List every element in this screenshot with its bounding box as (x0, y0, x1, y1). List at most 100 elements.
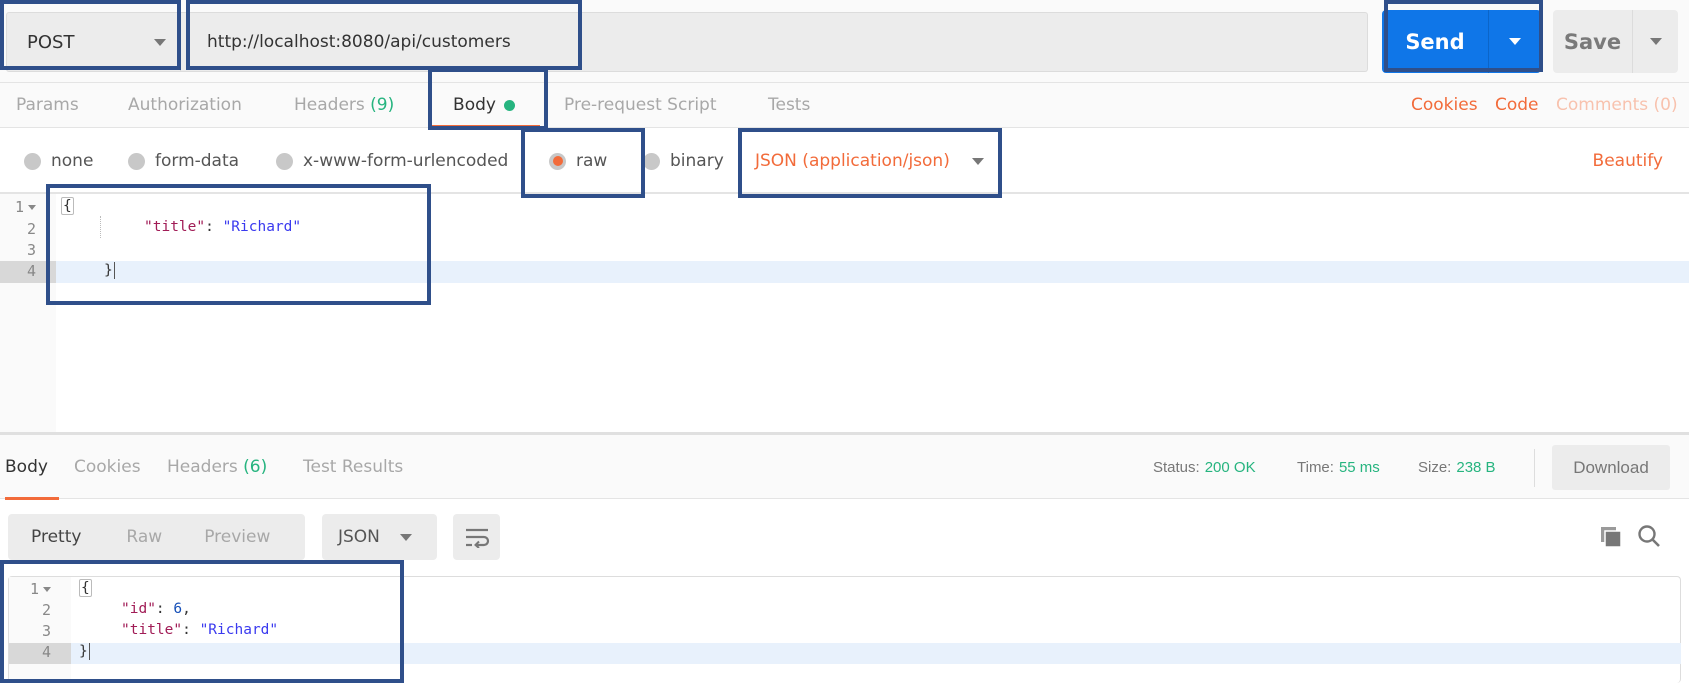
json-value: "Richard" (222, 219, 302, 235)
wrap-lines-button[interactable] (453, 514, 500, 560)
time-label: Time: (1297, 458, 1334, 476)
url-input[interactable]: http://localhost:8080/api/customers (181, 12, 1368, 72)
json-colon: : (155, 601, 174, 617)
status-value: 200 OK (1204, 458, 1256, 476)
line-number: 2 (26, 220, 36, 238)
indent-guide (100, 216, 101, 238)
code-line: { (61, 197, 74, 215)
chevron-down-icon (154, 39, 166, 46)
radio-label: binary (670, 151, 724, 171)
beautify-link[interactable]: Beautify (1593, 128, 1663, 194)
tab-authorization[interactable]: Authorization (128, 83, 242, 127)
line-number: 2 (41, 601, 51, 619)
radio-selected-icon (549, 152, 566, 170)
radio-form-data[interactable]: form-data (128, 128, 239, 194)
json-comma: , (182, 601, 191, 617)
chevron-down-icon (1509, 38, 1521, 45)
copy-button[interactable] (1598, 524, 1624, 550)
method-select[interactable]: POST (6, 12, 181, 72)
search-button[interactable] (1636, 523, 1662, 549)
time-readout: Time: 55 ms (1297, 435, 1380, 499)
active-line-highlight (71, 643, 1681, 664)
chevron-down-icon (399, 533, 412, 541)
tab-body[interactable]: Body (428, 83, 540, 128)
code-link-label: Code (1495, 95, 1539, 115)
response-tabs: Body Cookies Headers (6) Test Results St… (0, 435, 1689, 500)
send-button-group: Send (1382, 10, 1541, 73)
tab-response-body[interactable]: Body (5, 435, 59, 500)
size-readout: Size: 238 B (1418, 435, 1496, 499)
chevron-down-icon (1649, 38, 1662, 45)
radio-label: form-data (155, 151, 240, 171)
download-button[interactable]: Download (1552, 445, 1670, 490)
radio-none[interactable]: none (24, 128, 93, 194)
tab-label: Cookies (74, 457, 141, 477)
tab-response-cookies[interactable]: Cookies (74, 435, 141, 499)
status-readout: Status: 200 OK (1153, 435, 1256, 499)
code-line: { (79, 579, 92, 597)
send-button[interactable]: Send (1382, 30, 1488, 54)
search-icon (1638, 525, 1660, 547)
response-format-select[interactable]: JSON (322, 514, 437, 560)
tab-label: Params (16, 95, 79, 115)
tab-response-headers[interactable]: Headers (6) (167, 435, 267, 499)
body-indicator-dot-icon (503, 99, 515, 111)
json-colon: : (182, 622, 200, 638)
view-mode-preview[interactable]: Preview (204, 527, 270, 547)
size-label: Size: (1418, 458, 1452, 476)
tab-tests[interactable]: Tests (768, 83, 810, 127)
view-mode-raw[interactable]: Raw (126, 527, 162, 547)
tab-label: Headers (167, 457, 238, 477)
fold-arrow-icon[interactable] (43, 587, 51, 592)
radio-circle-icon (643, 152, 660, 170)
tab-label: Body (5, 457, 48, 477)
headers-count-badge: (6) (243, 457, 268, 477)
line-number: 1 (0, 198, 36, 216)
line-number: 1 (15, 580, 51, 598)
request-body-editor[interactable]: 1 2 3 4 { "title": "Richard" } (0, 194, 1689, 432)
fold-arrow-icon[interactable] (28, 205, 36, 210)
divider (1534, 449, 1535, 487)
tab-label: Body (453, 95, 496, 115)
tab-label: Test Results (303, 457, 404, 477)
headers-count-badge: (9) (370, 95, 395, 115)
tab-pre-request-script[interactable]: Pre-request Script (564, 83, 717, 127)
radio-raw[interactable]: raw (549, 128, 607, 194)
view-mode-pretty[interactable]: Pretty (31, 527, 81, 547)
save-options-button[interactable] (1633, 38, 1678, 45)
tab-test-results[interactable]: Test Results (303, 435, 403, 499)
line-number: 4 (41, 643, 51, 661)
tab-label: Authorization (128, 95, 242, 115)
save-button[interactable]: Save (1553, 30, 1632, 54)
response-body-viewer[interactable]: 1 2 3 4 { "id": 6, "title": "Richard" } (8, 576, 1681, 683)
radio-label: none (51, 151, 94, 171)
time-value: 55 ms (1338, 458, 1380, 476)
content-type-select[interactable]: JSON (application/json) (755, 128, 984, 194)
json-key: "id" (121, 601, 156, 617)
cookies-link[interactable]: Cookies (1411, 83, 1478, 127)
send-options-button[interactable] (1489, 38, 1541, 45)
text-cursor (88, 643, 90, 660)
tab-label: Tests (768, 95, 811, 115)
view-mode-segmented-control: Pretty Raw Preview (8, 514, 305, 560)
code-link[interactable]: Code (1495, 83, 1539, 127)
radio-circle-icon (128, 152, 145, 170)
url-value: http://localhost:8080/api/customers (207, 32, 511, 52)
tab-label: Pre-request Script (564, 95, 717, 115)
radio-x-www-form-urlencoded[interactable]: x-www-form-urlencoded (276, 128, 508, 194)
tab-params[interactable]: Params (16, 83, 79, 127)
tab-headers[interactable]: Headers (9) (294, 83, 394, 127)
radio-binary[interactable]: binary (643, 128, 724, 194)
json-key: "title" (121, 622, 183, 638)
content-type-value: JSON (application/json) (755, 151, 950, 171)
tab-label: Headers (294, 95, 365, 115)
comments-link[interactable]: Comments (0) (1556, 83, 1678, 127)
active-tab-underline (5, 497, 59, 500)
code-line: } (104, 262, 115, 279)
format-value: JSON (338, 527, 380, 547)
code-line: "title": "Richard" (144, 219, 301, 235)
wrap-lines-icon (465, 528, 489, 548)
line-number: 3 (41, 622, 51, 640)
json-colon: : (205, 219, 223, 235)
text-cursor (113, 262, 115, 279)
